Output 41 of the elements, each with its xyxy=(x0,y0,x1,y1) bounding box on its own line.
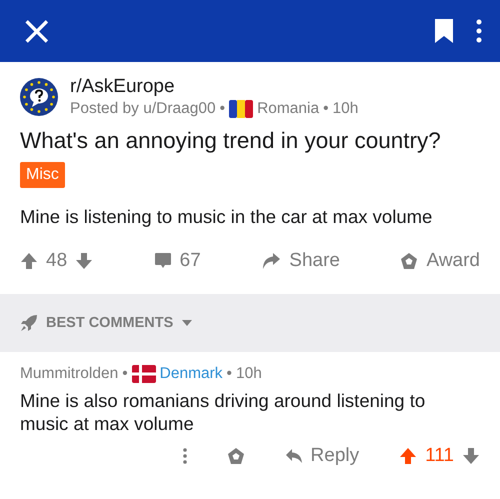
comment-time: 10h xyxy=(236,365,262,383)
share-icon xyxy=(261,252,282,270)
rocket-icon xyxy=(20,314,38,332)
downvote-button[interactable] xyxy=(462,447,480,466)
comment-author: Mummitrolden xyxy=(20,365,118,383)
award-icon xyxy=(226,447,245,466)
separator-dot: • xyxy=(226,365,232,383)
reply-button[interactable]: Reply xyxy=(284,445,360,468)
caret-icon xyxy=(181,319,194,327)
post-time: 10h xyxy=(332,100,358,118)
vote-score: 48 xyxy=(46,250,68,272)
award-icon xyxy=(400,252,418,270)
country-flair: Denmark xyxy=(160,365,223,383)
vote-score: 111 xyxy=(425,445,454,468)
post-author: Posted by u/Draag00 xyxy=(70,100,216,118)
separator-dot: • xyxy=(323,100,329,118)
downvote-button[interactable] xyxy=(75,252,94,270)
share-button[interactable]: Share xyxy=(261,250,340,272)
upvote-button[interactable] xyxy=(20,252,38,270)
comment-body: Mine is also romanians driving around listening to music at max volume xyxy=(20,389,426,436)
upvote-button[interactable] xyxy=(399,447,418,466)
close-button[interactable]: × xyxy=(20,11,54,51)
more-options-button[interactable] xyxy=(476,19,482,43)
separator-dot: • xyxy=(122,365,128,383)
flag-icon xyxy=(132,365,156,383)
separator-dot: • xyxy=(220,100,226,118)
subreddit-name[interactable]: r/AskEurope xyxy=(70,76,358,98)
flag-icon xyxy=(229,100,254,118)
award-button[interactable]: Award xyxy=(400,250,480,272)
reply-icon xyxy=(284,448,303,464)
post-flair: Misc xyxy=(20,162,65,188)
subreddit-icon xyxy=(20,78,58,116)
award-button[interactable] xyxy=(226,447,245,466)
country-flair: Romania xyxy=(257,100,320,118)
post-title: What's an annoying trend in your country? xyxy=(20,128,442,154)
post-body: Mine is listening to music in the car at max volume xyxy=(20,206,434,228)
comment-icon xyxy=(154,252,172,270)
sort-button[interactable]: BEST COMMENTS xyxy=(20,314,194,332)
comments-button[interactable]: 67 xyxy=(154,250,201,272)
bookmark-button[interactable] xyxy=(434,18,454,44)
more-options-button[interactable] xyxy=(182,447,187,466)
